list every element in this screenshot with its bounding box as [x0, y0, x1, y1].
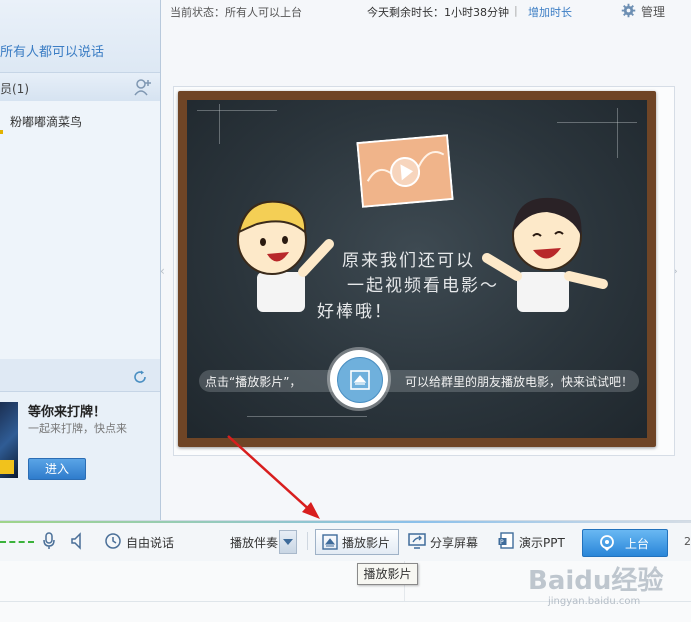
eject-icon: [322, 534, 338, 550]
members-header[interactable]: 员(1): [0, 72, 160, 102]
status-separator: |: [514, 4, 518, 17]
chalkboard-surface: 原来我们还可以 一起视频看电影～ 好棒哦！ 点击“播放影片”， 可以给群里的朋友…: [187, 100, 647, 438]
board-text-line-2: 一起视频看电影～: [347, 276, 499, 296]
play-movie-label: 播放影片: [342, 536, 391, 550]
location-pin-icon: [600, 535, 614, 551]
accompany-button[interactable]: 播放伴奏: [230, 534, 278, 551]
add-time-link[interactable]: 增加时长: [528, 4, 572, 20]
toolbar-accent-line: [0, 521, 691, 523]
chevron-down-icon: [283, 539, 293, 545]
present-ppt-button[interactable]: 演示PPT: [519, 534, 565, 551]
share-screen-button[interactable]: 分享屏幕: [430, 534, 478, 551]
hint-text-right: 可以给群里的朋友播放电影，快来试试吧！: [405, 375, 634, 389]
current-status: 当前状态：所有人可以上台: [170, 6, 302, 19]
edge-text: 2: [684, 535, 691, 548]
mic-icon[interactable]: [42, 532, 56, 550]
free-speak-icon[interactable]: [104, 532, 122, 550]
status-bar: 当前状态：所有人可以上台 今天剩余时长：1小时38分钟 | 增加时长 管理: [161, 0, 691, 24]
main-area: 当前状态：所有人可以上台 今天剩余时长：1小时38分钟 | 增加时长 管理 ‹ …: [160, 0, 691, 520]
member-list: 粉嘟嘟滴菜鸟: [0, 101, 160, 359]
left-header: 所有人都可以说话: [0, 0, 160, 72]
chalkboard-illustration: 原来我们还可以 一起视频看电影～ 好棒哦！ 点击“播放影片”， 可以给群里的朋友…: [178, 91, 656, 447]
go-on-stage-label: 上台: [625, 537, 650, 551]
game-thumbnail[interactable]: [0, 402, 18, 478]
go-on-stage-button[interactable]: 上台: [582, 529, 668, 557]
members-title: 员(1): [0, 82, 29, 96]
prev-arrow-icon[interactable]: ‹: [160, 264, 165, 278]
board-text-line-3: 好棒哦！: [317, 302, 393, 322]
baidu-jingyan-watermark: Baidu经验 jingyan.baidu.com: [528, 556, 688, 618]
free-speak-button[interactable]: 自由说话: [126, 534, 174, 551]
game-subtitle: 一起来打牌，快点来: [28, 422, 127, 435]
speak-mode-notice[interactable]: 所有人都可以说话: [0, 41, 104, 60]
play-circle-icon: [337, 357, 383, 403]
watermark-text: Baidu经验: [528, 566, 664, 596]
member-name[interactable]: 粉嘟嘟滴菜鸟: [10, 113, 82, 130]
ppt-icon[interactable]: P: [498, 532, 514, 550]
play-movie-button[interactable]: 播放影片: [315, 529, 399, 555]
speaker-icon[interactable]: [70, 532, 82, 550]
toolbar-divider: [307, 532, 308, 550]
board-text-line-1: 原来我们还可以: [342, 251, 475, 271]
left-panel: 所有人都可以说话 员(1) 粉嘟嘟滴菜鸟 等你来打牌！ 一起来打牌，快点来 进入: [0, 0, 161, 520]
accompany-dropdown[interactable]: [279, 530, 297, 554]
member-status-icon: [0, 130, 3, 134]
play-movie-tooltip: 播放影片: [357, 563, 418, 585]
watermark-url: jingyan.baidu.com: [548, 596, 641, 607]
video-card-icon: [356, 134, 454, 208]
game-logo-icon: [0, 460, 14, 474]
remaining-time: 今天剩余时长：1小时38分钟: [367, 6, 509, 19]
add-member-icon[interactable]: [133, 77, 153, 97]
manage-link[interactable]: 管理: [641, 3, 665, 20]
gear-icon[interactable]: [621, 3, 636, 18]
share-screen-icon[interactable]: [408, 532, 426, 550]
play-movie-hint-icon: [330, 350, 388, 408]
game-promo: 等你来打牌！ 一起来打牌，快点来 进入: [0, 391, 160, 520]
hint-text-left: 点击“播放影片”，: [205, 375, 302, 389]
refresh-icon[interactable]: [132, 369, 148, 385]
enter-game-button[interactable]: 进入: [28, 458, 86, 480]
game-title: 等你来打牌！: [28, 405, 107, 420]
mic-level-meter: [0, 541, 34, 543]
svg-text:P: P: [500, 539, 504, 546]
